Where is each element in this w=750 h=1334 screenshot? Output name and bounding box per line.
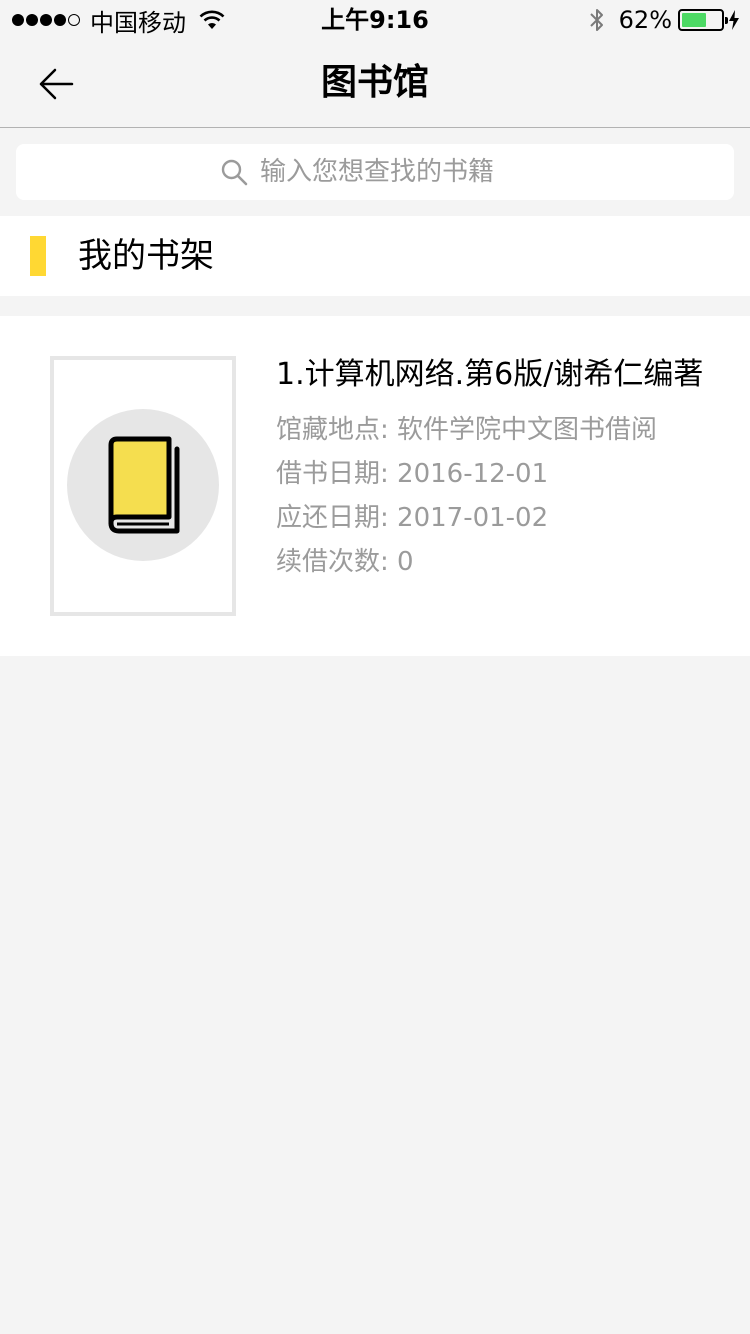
status-right: 62% bbox=[589, 4, 740, 36]
book-title: 1.计算机网络.第6版/谢希仁编著 bbox=[276, 357, 704, 392]
back-button[interactable] bbox=[26, 60, 86, 108]
battery-fill bbox=[682, 13, 706, 27]
battery-percent: 62% bbox=[618, 6, 672, 34]
section-header: 我的书架 bbox=[0, 216, 750, 296]
book-card[interactable]: 1.计算机网络.第6版/谢希仁编著 馆藏地点: 软件学院中文图书借阅 借书日期:… bbox=[0, 316, 750, 656]
book-location: 馆藏地点: 软件学院中文图书借阅 bbox=[276, 415, 658, 445]
battery-tip bbox=[725, 17, 728, 24]
nav-bar: 图书馆 bbox=[0, 40, 750, 128]
book-icon bbox=[108, 436, 180, 534]
bluetooth-icon bbox=[589, 9, 603, 31]
due-date: 应还日期: 2017-01-02 bbox=[276, 503, 549, 533]
page-title: 图书馆 bbox=[320, 62, 429, 103]
cover-circle bbox=[67, 409, 219, 561]
arrow-left-icon bbox=[39, 68, 74, 100]
section-accent-bar bbox=[30, 236, 46, 276]
search-bar[interactable] bbox=[16, 144, 734, 200]
battery-icon bbox=[678, 9, 728, 31]
charging-icon bbox=[729, 10, 739, 30]
renew-count: 续借次数: 0 bbox=[276, 547, 414, 577]
section-title: 我的书架 bbox=[78, 236, 214, 276]
search-input[interactable] bbox=[260, 157, 530, 187]
book-info: 1.计算机网络.第6版/谢希仁编著 馆藏地点: 软件学院中文图书借阅 借书日期:… bbox=[276, 356, 716, 584]
book-cover bbox=[50, 356, 236, 616]
search-icon bbox=[221, 159, 248, 186]
borrow-date: 借书日期: 2016-12-01 bbox=[276, 459, 549, 489]
book-meta: 馆藏地点: 软件学院中文图书借阅 借书日期: 2016-12-01 应还日期: … bbox=[276, 408, 716, 584]
status-bar: 中国移动 上午9:16 62% bbox=[0, 0, 750, 40]
